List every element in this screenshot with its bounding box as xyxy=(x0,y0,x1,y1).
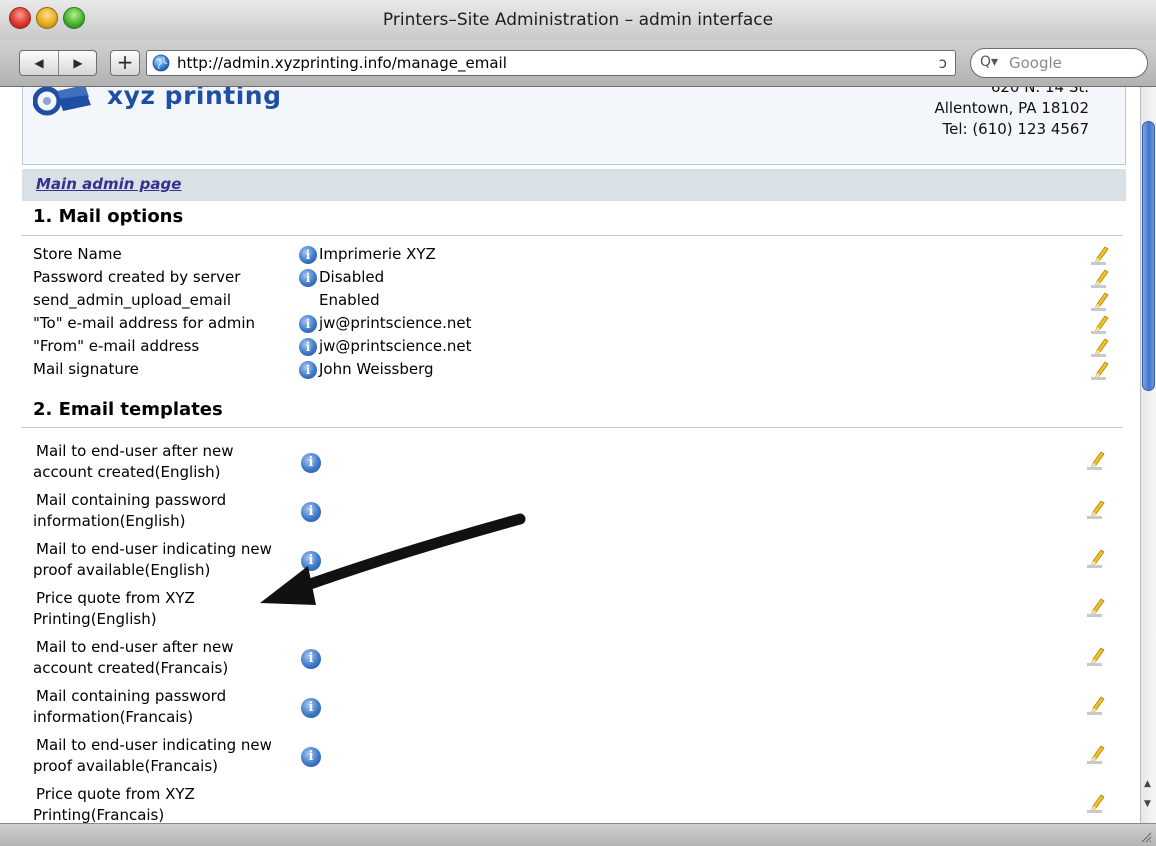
printer-roll-logo-icon xyxy=(33,87,91,116)
info-icon[interactable]: i xyxy=(299,361,317,379)
window-title: Printers–Site Administration – admin int… xyxy=(382,10,774,30)
pencil-edit-icon[interactable] xyxy=(1090,267,1110,289)
scrollbar-thumb[interactable] xyxy=(1142,121,1155,391)
option-value: Disabled xyxy=(319,268,385,286)
info-icon[interactable]: i xyxy=(301,698,321,718)
pencil-edit-icon[interactable] xyxy=(1086,449,1106,471)
info-icon[interactable]: i xyxy=(299,246,317,264)
add-bookmark-button[interactable]: + xyxy=(110,50,140,76)
email-templates-heading: 2. Email templates xyxy=(33,399,223,420)
pencil-edit-icon[interactable] xyxy=(1090,244,1110,266)
section-divider xyxy=(22,427,1122,428)
option-value: Imprimerie XYZ xyxy=(319,245,436,263)
address-line-2: Allentown, PA 18102 xyxy=(934,99,1089,117)
pencil-edit-icon[interactable] xyxy=(1090,336,1110,358)
pencil-edit-icon[interactable] xyxy=(1086,498,1106,520)
option-label: "From" e-mail address xyxy=(33,337,200,355)
back-button[interactable]: ◀ xyxy=(20,51,59,75)
search-icon: Q▾ xyxy=(980,54,999,70)
template-label: Mail containing password information(Eng… xyxy=(33,491,227,530)
annotation-arrow-icon xyxy=(260,513,526,605)
scroll-down-icon[interactable]: ▼ xyxy=(1144,799,1151,809)
option-label: Store Name xyxy=(33,245,122,263)
pencil-edit-icon[interactable] xyxy=(1086,645,1106,667)
pencil-edit-icon[interactable] xyxy=(1090,290,1110,312)
vertical-scrollbar[interactable]: ▲ ▼ xyxy=(1140,87,1156,823)
template-label: Mail to end-user indicating new proof av… xyxy=(33,736,272,775)
info-icon[interactable]: i xyxy=(299,338,317,356)
pencil-edit-icon[interactable] xyxy=(1086,792,1106,814)
status-bar xyxy=(0,823,1156,846)
info-icon[interactable]: i xyxy=(301,453,321,473)
scroll-up-icon[interactable]: ▲ xyxy=(1144,779,1151,789)
search-placeholder: Google xyxy=(1009,54,1062,72)
pencil-edit-icon[interactable] xyxy=(1086,547,1106,569)
forward-arrow-icon: ▶ xyxy=(73,56,83,70)
template-label: Mail containing password information(Fra… xyxy=(33,687,227,726)
template-label: Price quote from XYZ Printing(English) xyxy=(33,589,195,628)
back-forward-group: ◀ ▶ xyxy=(19,50,97,76)
title-bar: Printers–Site Administration – admin int… xyxy=(0,0,1156,41)
mail-options-heading: 1. Mail options xyxy=(33,206,184,227)
main-admin-page-link[interactable]: Main admin page xyxy=(36,175,181,193)
option-value: John Weissberg xyxy=(319,360,434,378)
address-line-3: Tel: (610) 123 4567 xyxy=(942,120,1089,138)
info-icon[interactable]: i xyxy=(301,649,321,669)
section-divider xyxy=(22,235,1122,236)
info-icon[interactable]: i xyxy=(299,269,317,287)
pencil-edit-icon[interactable] xyxy=(1086,694,1106,716)
template-label: Mail to end-user indicating new proof av… xyxy=(33,540,272,579)
site-logo-text: xyz printing xyxy=(107,87,282,110)
url-text: http://admin.xyzprinting.info/manage_ema… xyxy=(177,54,507,72)
template-label: Price quote from XYZ Printing(Francais) xyxy=(33,785,195,823)
pencil-edit-icon[interactable] xyxy=(1090,359,1110,381)
globe-icon xyxy=(152,54,170,72)
option-label: Password created by server xyxy=(33,268,241,286)
option-label: send_admin_upload_email xyxy=(33,291,232,309)
option-label: "To" e-mail address for admin xyxy=(33,314,255,332)
forward-button[interactable]: ▶ xyxy=(59,51,97,75)
browser-window: Printers–Site Administration – admin int… xyxy=(0,0,1156,846)
back-arrow-icon: ◀ xyxy=(34,56,44,70)
site-header: xyz printing 620 N. 14 St. Allentown, PA… xyxy=(22,87,1126,165)
option-label: Mail signature xyxy=(33,360,139,378)
template-label: Mail to end-user after new account creat… xyxy=(33,442,234,481)
pencil-edit-icon[interactable] xyxy=(1090,313,1110,335)
option-value: Enabled xyxy=(319,291,380,309)
info-icon[interactable]: i xyxy=(299,315,317,333)
page-viewport: xyz printing 620 N. 14 St. Allentown, PA… xyxy=(0,87,1140,823)
address-bar[interactable]: http://admin.xyzprinting.info/manage_ema… xyxy=(146,50,956,76)
option-value: jw@printscience.net xyxy=(319,314,472,332)
search-field[interactable]: Q▾ Google xyxy=(970,48,1148,78)
info-icon[interactable]: i xyxy=(301,747,321,767)
admin-nav-bar: Main admin page xyxy=(22,169,1126,201)
option-value: jw@printscience.net xyxy=(319,337,472,355)
template-label: Mail to end-user after new account creat… xyxy=(33,638,234,677)
site-address: 620 N. 14 St. Allentown, PA 18102 Tel: (… xyxy=(934,87,1089,140)
pencil-edit-icon[interactable] xyxy=(1086,596,1106,618)
reload-icon[interactable]: ↄ xyxy=(939,54,947,72)
address-line-1: 620 N. 14 St. xyxy=(990,87,1089,96)
resize-grip-icon[interactable] xyxy=(1140,831,1152,843)
pencil-edit-icon[interactable] xyxy=(1086,743,1106,765)
browser-toolbar: ◀ ▶ + http://admin.xyzprinting.info/mana… xyxy=(0,40,1156,87)
